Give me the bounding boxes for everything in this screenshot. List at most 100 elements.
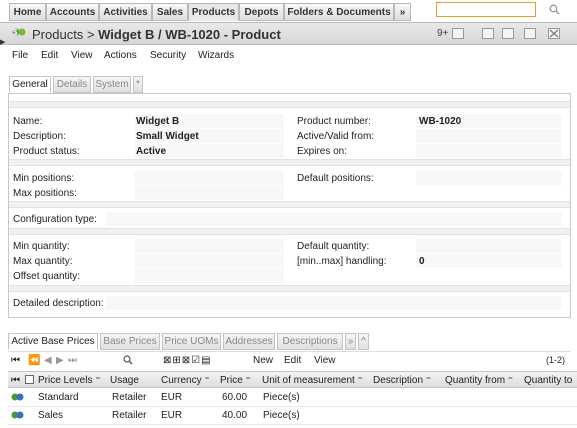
menu-actions[interactable]: Actions [104,50,137,61]
cell-usage: Retailer [112,410,147,421]
product-number-label: Product number: [297,116,371,127]
nav-tab-activities[interactable]: Activities [99,3,152,21]
tab-system[interactable]: System [93,76,131,93]
min-quantity-field[interactable] [134,239,284,253]
col-usage[interactable]: Usage [110,375,139,386]
grid-edit-button[interactable]: Edit [284,355,301,366]
menu-bar: File Edit View Actions Security Wizards [0,46,577,66]
minmax-handling-label: [min..max] handling: [297,256,387,267]
col-uom-label: Unit of measurement [262,375,355,386]
title-record-name: Widget B / WB-1020 - Product [98,27,281,42]
next-icon[interactable]: ▶ [56,355,64,366]
max-quantity-field[interactable] [134,254,284,268]
row-select-icon[interactable]: ⏮ [11,375,20,386]
svg-text:$: $ [13,28,18,37]
select-all-checkbox[interactable] [25,375,34,384]
notification-count[interactable]: 9+ [437,28,448,39]
col-description[interactable]: Description ⁼ [373,375,431,386]
col-unit-of-measurement[interactable]: Unit of measurement ⁼ [262,375,363,386]
title-module-link[interactable]: Products [32,27,83,42]
col-quantity-from[interactable]: Quantity from ⁼ [445,375,513,386]
expires-on-field[interactable] [416,144,562,158]
nav-tab-home[interactable]: Home [9,3,46,21]
col-price[interactable]: Price ⁼ [220,375,251,386]
menu-security[interactable]: Security [150,50,186,61]
print-icon[interactable] [524,28,536,39]
active-valid-from-label: Active/Valid from: [297,131,375,142]
table-row[interactable]: Standard Retailer EUR 60.00 Piece(s) [8,389,577,407]
tab-more[interactable]: » [345,333,356,350]
detailed-description-field[interactable] [106,296,562,310]
search-icon[interactable] [549,4,561,16]
nav-tab-depots[interactable]: Depots [239,3,284,21]
configuration-type-field[interactable] [106,212,562,226]
nav-tab-folders-documents[interactable]: Folders & Documents [284,3,394,21]
table-header: ⏮ Price Levels ⁼ Usage Currency ⁼ Price … [8,371,577,388]
description-label: Description: [13,131,66,142]
cell-price-level: Standard [38,392,79,403]
cell-currency: EUR [161,410,183,421]
menu-wizards[interactable]: Wizards [198,50,234,61]
first-page-icon[interactable]: ⏮ [11,355,20,366]
window-icon[interactable] [482,28,494,39]
nav-tab-products[interactable]: Products [188,3,239,21]
sidebar-toggle-icon[interactable]: ▶ [0,38,6,46]
close-icon[interactable] [548,28,560,39]
max-positions-label: Max positions: [13,188,77,199]
default-quantity-label: Default quantity: [297,241,370,252]
tab-details[interactable]: Details [53,76,91,93]
menu-view[interactable]: View [71,50,93,61]
nav-tab-accounts[interactable]: Accounts [46,3,99,21]
table-row[interactable]: Sales Retailer EUR 40.00 Piece(s) [8,407,577,425]
col-price-levels[interactable]: Price Levels ⁼ [38,375,101,386]
active-valid-from-field[interactable] [416,129,562,143]
layout-icon[interactable] [502,28,514,39]
grid-select-icons[interactable]: ⊠⊞⊠☑▤ [163,355,212,366]
col-description-label: Description [373,375,424,386]
min-positions-field[interactable] [134,171,284,185]
tab-active-base-prices[interactable]: Active Base Prices [8,333,98,350]
search-input[interactable] [436,2,536,17]
default-positions-field[interactable] [416,171,562,185]
col-currency[interactable]: Currency ⁼ [161,375,210,386]
tab-price-uoms[interactable]: Price UOMs [162,333,221,350]
form-separator [9,201,570,208]
offset-quantity-label: Offset quantity: [13,271,81,282]
tab-base-prices[interactable]: Base Prices [100,333,160,350]
tab-general[interactable]: General [9,76,51,93]
name-value: Widget B [136,116,180,127]
col-currency-label: Currency [161,375,202,386]
nav-tab-sales[interactable]: Sales [152,3,188,21]
cell-uom: Piece(s) [263,410,300,421]
nav-more-tabs[interactable]: » [394,3,411,21]
max-quantity-label: Max quantity: [13,256,73,267]
max-positions-field[interactable] [134,186,284,200]
default-quantity-field[interactable] [416,239,562,253]
minmax-handling-field[interactable] [416,254,562,268]
col-quantity-to[interactable]: Quantity to [524,375,572,386]
search-icon[interactable] [123,355,133,368]
prev-icon[interactable]: ◀ [44,355,52,366]
price-row-icon [11,410,24,423]
last-page-icon[interactable]: ⏭ [68,355,77,366]
tab-descriptions[interactable]: Descriptions [277,333,343,350]
mail-icon[interactable] [452,28,464,39]
grid-new-button[interactable]: New [253,355,273,366]
tab-add[interactable]: * [133,76,143,93]
title-separator: > [86,27,95,42]
col-price-label: Price [220,375,243,386]
offset-quantity-field[interactable] [134,269,284,283]
col-quantity-from-label: Quantity from [445,375,506,386]
tab-collapse[interactable]: ^ [358,333,369,350]
cell-usage: Retailer [112,392,147,403]
col-price-levels-label: Price Levels [38,375,93,386]
menu-file[interactable]: File [12,50,28,61]
grid-view-button[interactable]: View [314,355,336,366]
product-icon: $ [12,26,28,41]
form-separator [9,159,570,166]
prev-page-icon[interactable]: ⏪ [28,355,40,366]
top-navigation: Home Accounts Activities Sales Products … [0,0,577,22]
menu-edit[interactable]: Edit [41,50,58,61]
tab-addresses[interactable]: Addresses [223,333,275,350]
expires-on-label: Expires on: [297,146,348,157]
